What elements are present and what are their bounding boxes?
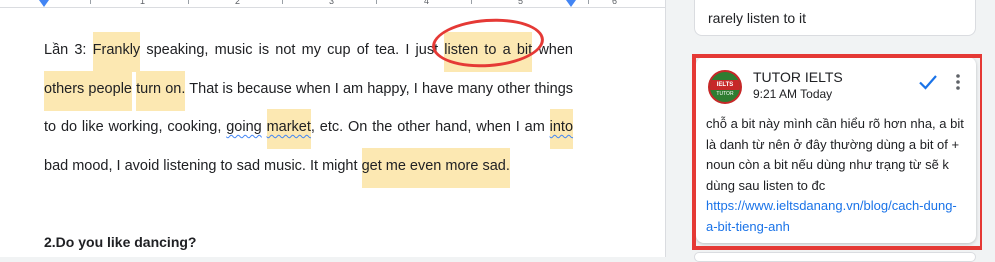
previous-comment-text: rarely listen to it bbox=[708, 10, 807, 26]
text-run: bad mood, I avoid listening to sad music… bbox=[44, 157, 362, 174]
highlighted-text: turn on. bbox=[136, 70, 186, 111]
highlighted-text: market bbox=[266, 109, 311, 149]
ruler-tick bbox=[588, 0, 589, 4]
ruler-number: 6 bbox=[612, 0, 618, 6]
highlighted-text: Frankly bbox=[92, 32, 141, 72]
avatar: IELTS TUTOR bbox=[708, 70, 742, 104]
resolve-check-icon[interactable] bbox=[916, 70, 940, 94]
ruler-tick bbox=[188, 0, 189, 4]
ruler-number: 2 bbox=[235, 0, 241, 6]
ruler-tick bbox=[471, 0, 472, 4]
text-run: , etc. On the other hand, when I am bbox=[310, 119, 550, 135]
pane-divider bbox=[665, 0, 666, 257]
comment-card[interactable]: IELTS TUTOR TUTOR IELTS 9:21 AM Today ch… bbox=[696, 57, 976, 243]
next-comment-card[interactable] bbox=[694, 252, 976, 262]
ruler-number: 4 bbox=[424, 0, 430, 6]
text-run: speaking, music is not my cup of tea. I … bbox=[140, 42, 445, 58]
ruler-tick bbox=[282, 0, 283, 4]
avatar-bottom-text: TUTOR bbox=[716, 91, 734, 97]
highlighted-text: get me even more sad. bbox=[361, 147, 510, 188]
right-indent-marker[interactable] bbox=[566, 0, 576, 7]
text-run: Lần 3: bbox=[44, 42, 93, 58]
comment-body: chỗ a bit này mình cần hiểu rõ hơn nha, … bbox=[706, 114, 968, 237]
comment-text: chỗ a bit này mình cần hiểu rõ hơn nha, … bbox=[706, 116, 964, 193]
comment-link[interactable]: https://www.ieltsdanang.vn/blog/cach-dun… bbox=[706, 198, 957, 234]
scrollbar[interactable] bbox=[982, 0, 995, 257]
previous-comment-card[interactable]: rarely listen to it bbox=[694, 0, 976, 36]
highlighted-text: into bbox=[549, 109, 574, 149]
ruler-number: 1 bbox=[140, 0, 146, 6]
document-heading[interactable]: 2.Do you like dancing? bbox=[44, 234, 196, 250]
ruler-number: 3 bbox=[329, 0, 335, 6]
horizontal-ruler[interactable]: 1 2 3 4 5 6 bbox=[0, 0, 665, 8]
ruler-number: 5 bbox=[518, 0, 524, 6]
spellcheck-text: going bbox=[226, 119, 262, 135]
left-indent-marker[interactable] bbox=[39, 0, 49, 7]
ruler-tick bbox=[376, 0, 377, 4]
more-options-icon[interactable] bbox=[950, 72, 966, 92]
comment-time: 9:21 AM Today bbox=[753, 87, 833, 101]
text-run bbox=[262, 119, 267, 135]
highlighted-text: others people bbox=[44, 70, 132, 111]
ruler-tick bbox=[90, 0, 91, 4]
document-page[interactable]: Lần 3: Frankly speaking, music is not my… bbox=[0, 8, 665, 257]
avatar-top-text: IELTS bbox=[710, 80, 740, 90]
comment-author: TUTOR IELTS bbox=[753, 69, 843, 85]
